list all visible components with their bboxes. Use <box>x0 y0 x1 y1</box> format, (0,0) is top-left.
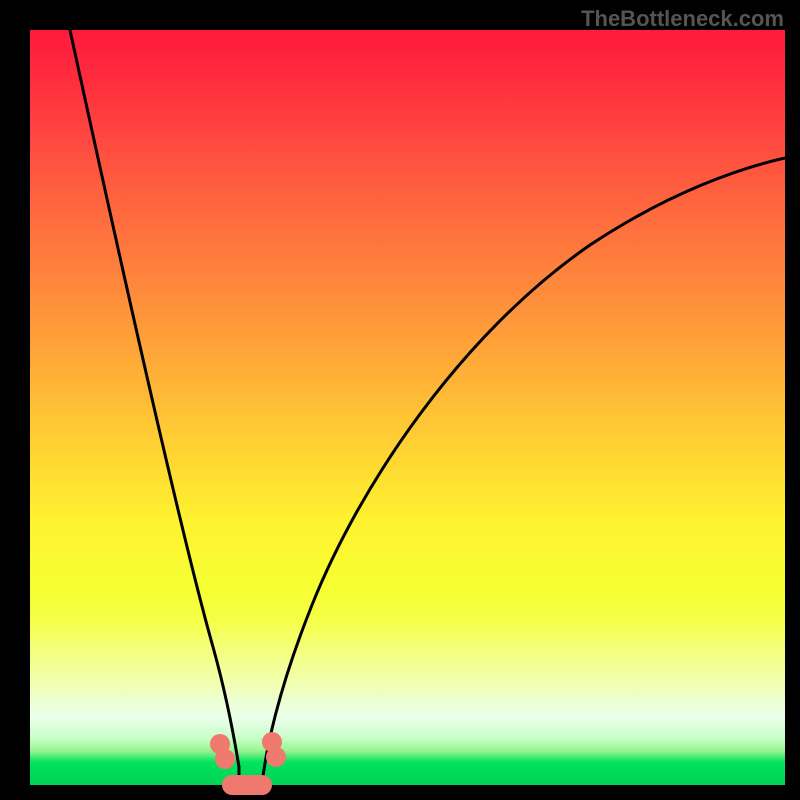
watermark-text: TheBottleneck.com <box>581 6 784 32</box>
curve-left-branch <box>70 30 239 784</box>
chart-curve <box>30 30 785 785</box>
marker-pill <box>222 775 272 795</box>
marker-point <box>215 749 235 769</box>
chart-area <box>30 30 785 785</box>
curve-right-branch <box>262 158 785 784</box>
marker-point <box>266 747 286 767</box>
